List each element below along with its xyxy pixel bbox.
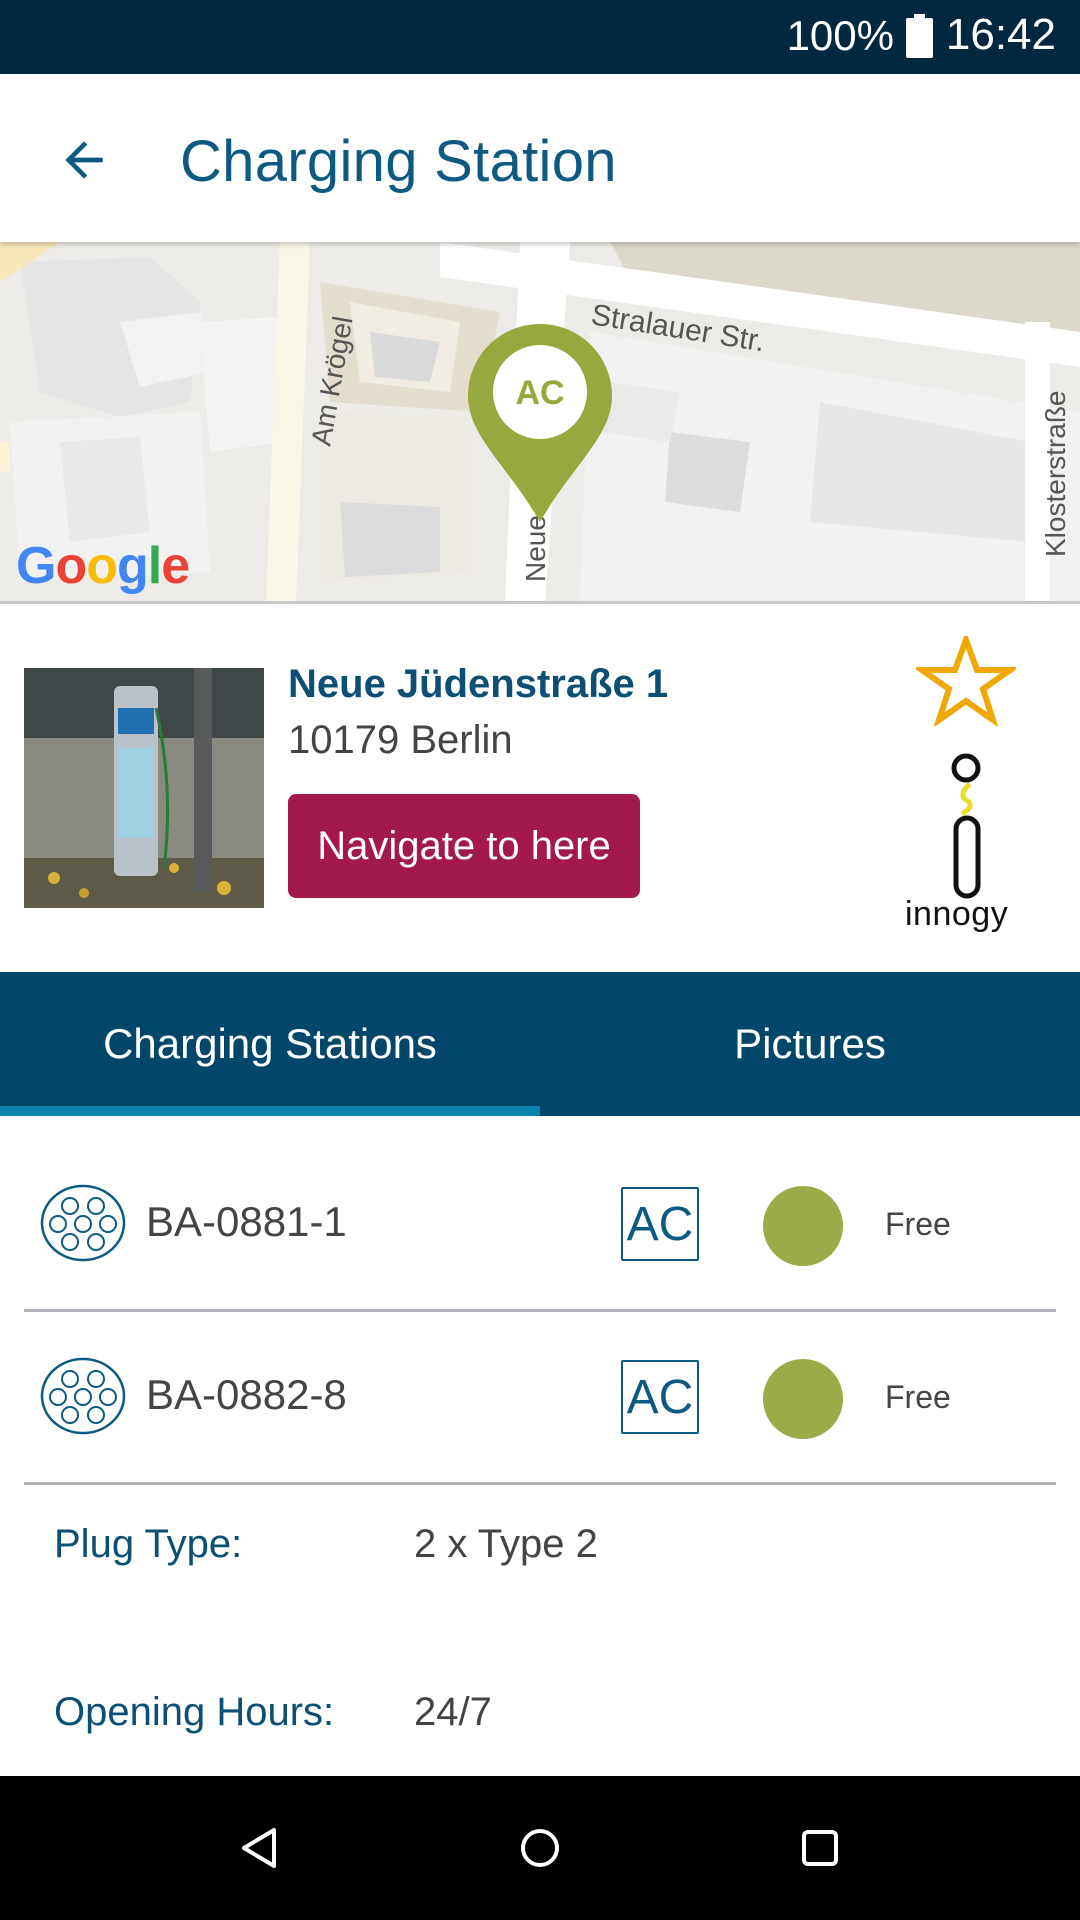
ac-badge: AC [621,1360,699,1434]
plug-type-label: Plug Type: [54,1522,243,1566]
type2-plug-icon [40,1357,126,1435]
nav-recents-button[interactable] [740,1776,900,1920]
tab-bar: Charging Stations Pictures [0,972,1080,1116]
battery-full-icon [906,14,933,58]
charge-point-row[interactable]: BA-0881-1 AC Free [24,1140,1056,1312]
plug-type-value: 2 x Type 2 [414,1522,598,1566]
opening-hours-label: Opening Hours: [54,1690,335,1734]
nav-home-button[interactable] [460,1776,620,1920]
app-bar: Charging Station [0,74,1080,242]
marker-label: AC [515,374,564,412]
page-title: Charging Station [180,129,617,194]
nav-back-triangle-icon [242,1828,276,1868]
charge-point-status: Free [885,1206,951,1242]
charge-point-row[interactable]: BA-0882-8 AC Free [24,1313,1056,1485]
nav-home-circle-icon [521,1829,559,1867]
station-street: Neue Jüdenstraße 1 [288,662,669,706]
charge-point-id: BA-0882-8 [146,1371,347,1418]
back-button[interactable] [44,120,124,200]
nav-back-button[interactable] [180,1776,340,1920]
tab-pictures[interactable]: Pictures [540,972,1080,1116]
status-indicator-dot [763,1186,843,1266]
innogy-logo-text: innogy [905,895,1009,933]
ac-badge: AC [621,1187,699,1261]
status-indicator-dot [763,1359,843,1439]
status-time: 16:42 [945,10,1056,59]
star-outline-icon[interactable] [916,636,1016,726]
station-city: 10179 Berlin [288,718,513,762]
charge-point-status: Free [885,1379,951,1415]
arrow-back-icon [65,141,103,179]
google-logo: Google [16,537,190,595]
navigate-button[interactable]: Navigate to here [288,794,640,898]
opening-hours-value: 24/7 [414,1690,492,1734]
nav-recents-square-icon [802,1830,838,1866]
charging-pillar-photo [24,668,264,908]
tab-charging-stations[interactable]: Charging Stations [0,972,540,1116]
type2-plug-icon [40,1184,126,1262]
battery-percentage: 100% [786,12,894,59]
map-marker-icon[interactable]: AC [464,320,616,526]
system-nav-bar [0,1776,1080,1920]
status-bar: 100% 16:42 [0,0,1080,74]
active-tab-indicator [0,1106,540,1116]
station-photo[interactable] [24,668,264,908]
charge-point-id: BA-0881-1 [146,1198,347,1245]
street-label-klosterstrasse: Klosterstraße [1040,391,1071,558]
